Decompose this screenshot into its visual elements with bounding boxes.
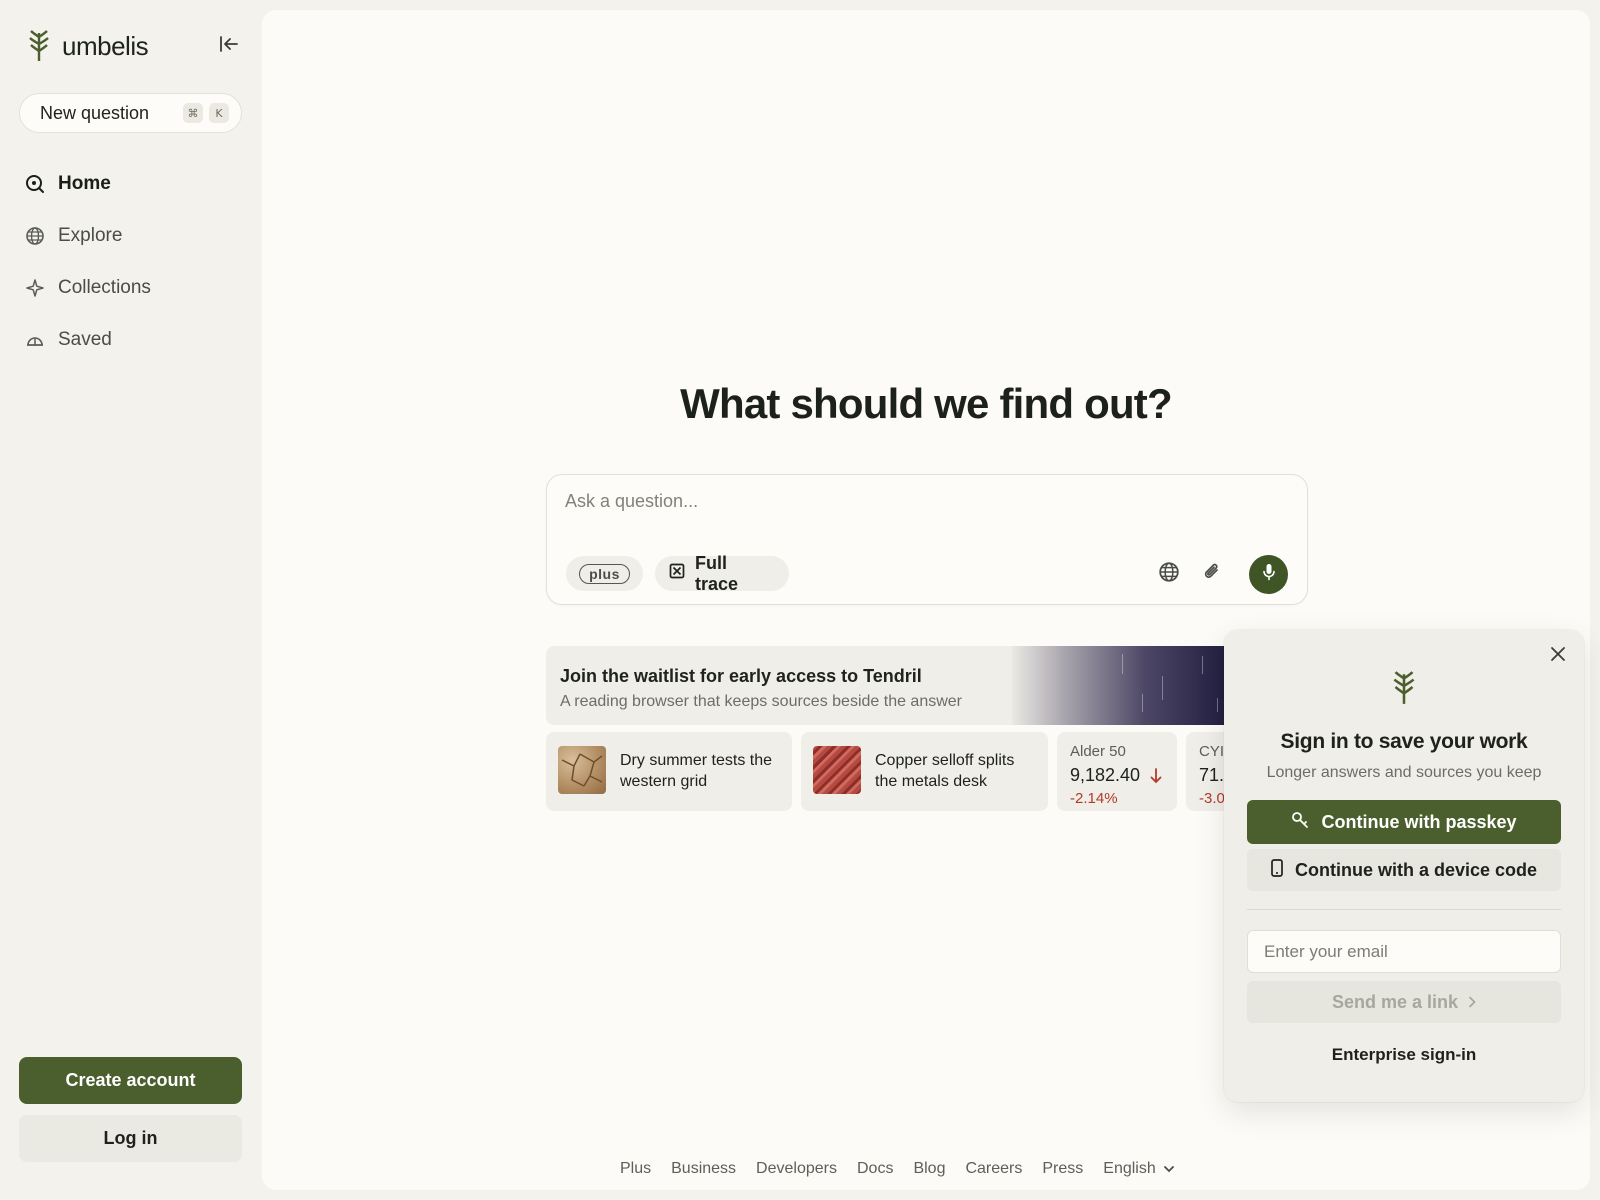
create-account-button[interactable]: Create account	[19, 1057, 242, 1104]
enterprise-sign-in-link[interactable]: Enterprise sign-in	[1224, 1045, 1584, 1065]
sign-in-popover: Sign in to save your work Longer answers…	[1224, 630, 1584, 1102]
full-trace-chip[interactable]: Full trace	[655, 553, 789, 594]
collapse-sidebar-button[interactable]	[214, 34, 244, 58]
brand[interactable]: umbelis	[26, 28, 149, 64]
ticker-change: -2.14%	[1070, 790, 1118, 807]
sidebar-item-explore[interactable]: Explore	[24, 210, 244, 262]
arrow-down-icon	[1150, 767, 1162, 790]
sidebar-item-saved[interactable]: Saved	[24, 314, 244, 366]
copper-wire-thumbnail	[813, 746, 861, 794]
ticker-name: CYI	[1199, 743, 1225, 760]
attach-button[interactable]	[1200, 562, 1224, 586]
footer-link-plus[interactable]: Plus	[620, 1160, 651, 1178]
footer-link-business[interactable]: Business	[671, 1160, 736, 1178]
ticker-value: 71.	[1199, 765, 1225, 785]
voice-input-button[interactable]	[1249, 555, 1288, 594]
ask-box: plus Full trace	[546, 474, 1308, 605]
close-icon	[1550, 646, 1566, 667]
phone-icon	[1271, 858, 1283, 882]
footer-links: Plus Business Developers Docs Blog Caree…	[620, 1160, 1174, 1178]
sidebar-nav: Home Explore Collections Saved	[24, 158, 244, 366]
key-icon	[1291, 811, 1309, 834]
sign-in-subtitle: Longer answers and sources you keep	[1266, 764, 1542, 781]
new-question-button[interactable]: New question ⌘ K	[19, 93, 242, 133]
globe-icon	[1158, 561, 1180, 588]
waitlist-subtitle: A reading browser that keeps sources bes…	[560, 693, 963, 710]
microphone-icon	[1262, 563, 1276, 586]
globe-icon	[24, 225, 46, 247]
news-card-title: Copper selloff splits the metals desk	[875, 752, 1015, 790]
boxed-x-icon	[669, 563, 685, 584]
news-card-title: Dry summer tests the western grid	[620, 752, 773, 790]
leaf-logo-icon	[26, 28, 52, 64]
waitlist-banner[interactable]: Join the waitlist for early access to Te…	[546, 646, 1308, 725]
paperclip-icon	[1202, 561, 1222, 588]
close-popover-button[interactable]	[1546, 644, 1570, 668]
full-trace-label: Full trace	[695, 552, 739, 594]
sign-in-title: Sign in to save your work	[1280, 730, 1528, 753]
stock-ticker-card[interactable]: Alder 50 9,182.40 -2.14%	[1057, 732, 1177, 811]
chevron-right-icon	[1468, 992, 1476, 1013]
dome-icon	[24, 329, 46, 351]
send-link-label: Send me a link	[1331, 991, 1459, 1012]
sidebar-item-label: Home	[58, 173, 111, 194]
divider	[1247, 909, 1561, 910]
plus-mode-chip[interactable]: plus	[566, 556, 643, 591]
sidebar: umbelis New question ⌘ K Home Explore Co…	[0, 0, 262, 1200]
send-link-button[interactable]: Send me a link	[1247, 981, 1561, 1023]
language-label: English	[1103, 1160, 1156, 1177]
news-card[interactable]: Copper selloff splits the metals desk	[801, 732, 1048, 811]
ticker-name: Alder 50	[1070, 743, 1126, 760]
cracked-earth-thumbnail	[558, 746, 606, 794]
footer-link-blog[interactable]: Blog	[913, 1160, 945, 1178]
language-selector[interactable]: English	[1103, 1160, 1174, 1178]
ticker-change: -3.0	[1199, 790, 1225, 807]
plus-chip-label: plus	[579, 563, 630, 584]
waitlist-title: Join the waitlist for early access to Te…	[560, 666, 922, 686]
ask-input[interactable]	[565, 491, 1265, 512]
chevron-down-icon	[1163, 1160, 1174, 1178]
log-in-button[interactable]: Log in	[19, 1115, 242, 1162]
sidebar-item-label: Saved	[58, 329, 112, 350]
web-search-toggle[interactable]	[1157, 561, 1181, 588]
sidebar-item-home[interactable]: Home	[24, 158, 244, 210]
sparkle-icon	[24, 277, 46, 299]
search-icon	[24, 173, 46, 195]
leaf-logo-icon	[1390, 670, 1418, 706]
passkey-button[interactable]: Continue with passkey	[1247, 800, 1561, 844]
shortcut-cmd-key: ⌘	[183, 103, 203, 123]
footer-link-press[interactable]: Press	[1042, 1160, 1083, 1178]
news-card[interactable]: Dry summer tests the western grid	[546, 732, 792, 811]
sidebar-item-collections[interactable]: Collections	[24, 262, 244, 314]
footer-link-docs[interactable]: Docs	[857, 1160, 893, 1178]
shortcut-k-key: K	[209, 103, 229, 123]
email-field[interactable]	[1247, 930, 1561, 973]
page-title: What should we find out?	[680, 380, 1173, 427]
device-code-button[interactable]: Continue with a device code	[1247, 849, 1561, 891]
device-code-label: Continue with a device code	[1294, 859, 1538, 880]
footer-link-developers[interactable]: Developers	[756, 1160, 837, 1178]
passkey-label: Continue with passkey	[1321, 811, 1517, 832]
ticker-value: 9,182.40	[1070, 765, 1141, 785]
collapse-left-icon	[219, 35, 239, 57]
footer-link-careers[interactable]: Careers	[965, 1160, 1022, 1178]
brand-name: umbelis	[62, 30, 149, 61]
sidebar-item-label: Collections	[58, 277, 151, 298]
new-question-label: New question	[40, 102, 150, 123]
sidebar-item-label: Explore	[58, 225, 123, 246]
